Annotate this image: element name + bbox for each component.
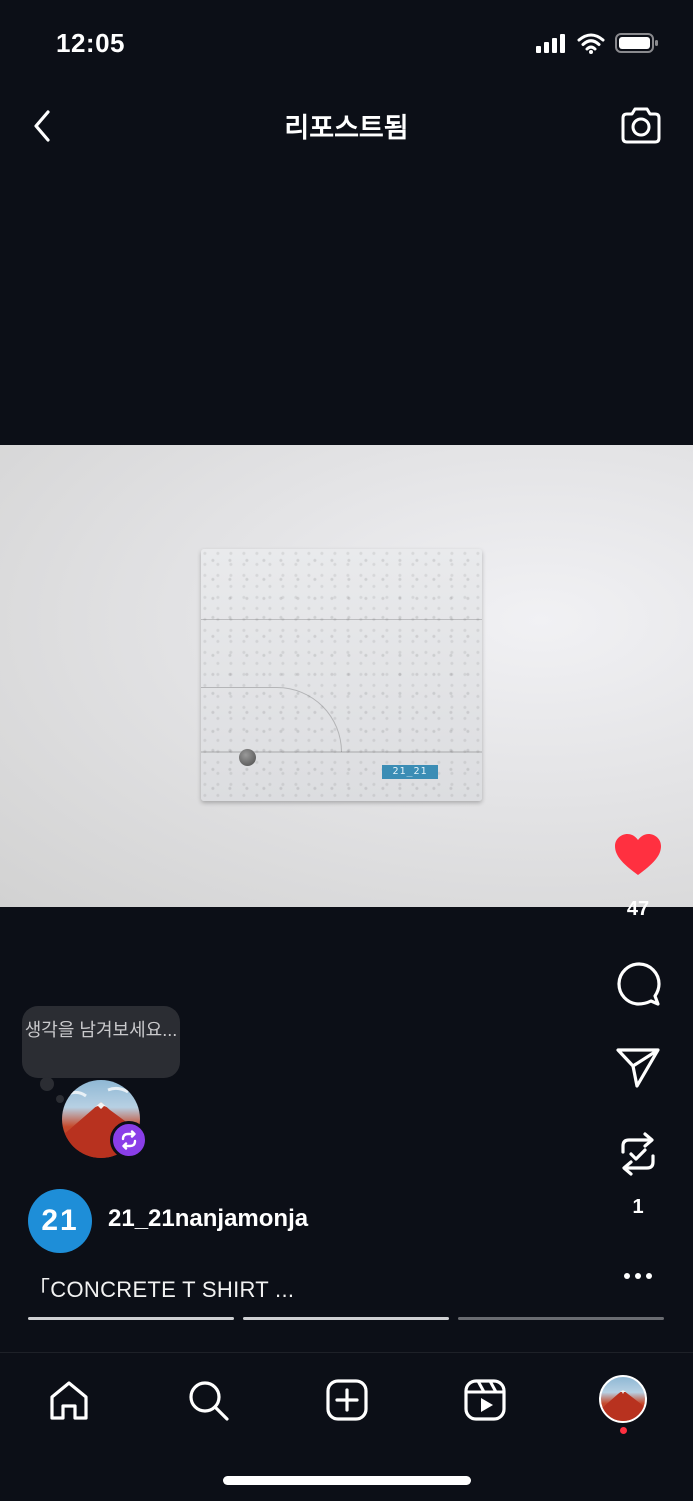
page-title: 리포스트됨 [284,113,409,143]
comment-icon [617,962,661,1006]
progress-segment-3 [458,1317,664,1320]
author-avatar[interactable]: 21 [28,1189,92,1253]
like-count[interactable]: 47 [613,898,663,921]
share-button[interactable] [613,1046,663,1095]
battery-icon [615,33,658,53]
create-icon [326,1379,368,1421]
wifi-icon [577,33,605,54]
repost-badge-icon [121,1130,137,1150]
like-button[interactable] [613,832,663,883]
home-indicator [223,1476,471,1485]
camera-button[interactable] [619,104,663,148]
tab-search[interactable] [185,1377,231,1423]
repost-badge [110,1121,148,1159]
send-icon [616,1048,660,1088]
shirt-collar [201,687,342,752]
signal-icon [536,34,565,53]
repost-icon [621,1132,655,1176]
folded-tshirt: 21_21 [201,549,482,801]
note-bubble[interactable]: 생각을 남겨보세요... [22,1006,180,1078]
search-icon [189,1381,229,1421]
note-bubble-tail [40,1077,54,1091]
post-image[interactable]: 21_21 [0,445,693,907]
post-caption[interactable]: 「CONCRETE T SHIRT ... [28,1272,294,1304]
shirt-button [239,749,256,766]
repost-button[interactable] [613,1130,663,1183]
comment-button[interactable] [613,962,663,1013]
tab-create[interactable] [324,1377,370,1423]
more-button[interactable] [623,1264,653,1288]
notification-dot [620,1427,627,1434]
shirt-seam [201,619,482,620]
more-icon [624,1273,652,1279]
status-time: 12:05 [56,28,125,58]
shirt-tag: 21_21 [382,765,438,779]
tab-profile[interactable] [599,1375,647,1423]
progress-segment-2 [243,1317,449,1320]
note-bubble-tail-small [56,1095,64,1103]
progress-segment-1 [28,1317,234,1320]
status-icons [535,32,659,54]
tab-home[interactable] [46,1377,92,1423]
home-icon [50,1381,88,1420]
heart-icon [615,834,661,875]
repost-count[interactable]: 1 [613,1196,663,1219]
author-avatar-text: 21 [41,1204,79,1237]
profile-icon [601,1390,645,1421]
camera-icon [621,107,661,144]
author-username[interactable]: 21_21nanjamonja [108,1205,308,1233]
tab-reels[interactable] [462,1377,508,1423]
reels-icon [464,1379,506,1421]
